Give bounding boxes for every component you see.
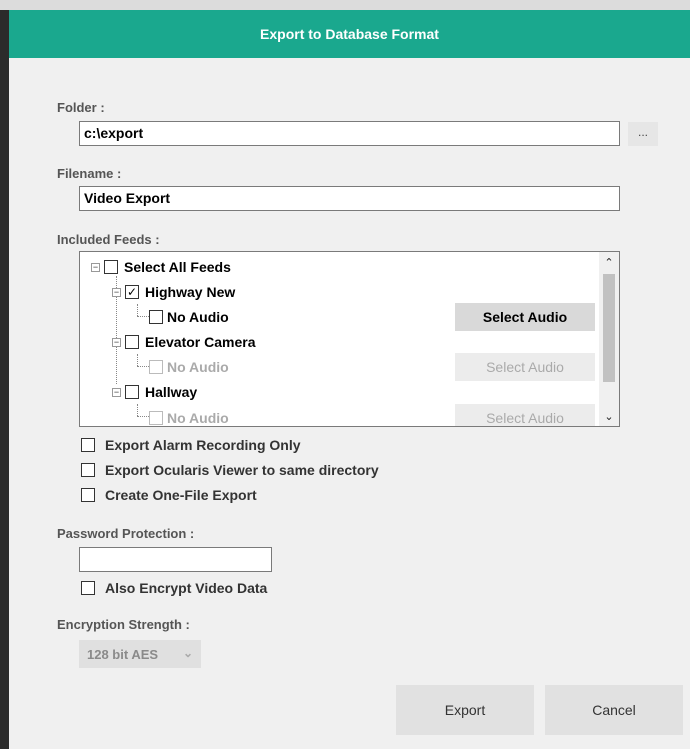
tree-item-audio[interactable]: No Audio [149,307,229,327]
tree-item-hallway[interactable]: − Hallway [112,382,197,402]
cancel-button[interactable]: Cancel [545,685,683,735]
scroll-down-icon[interactable]: ⌄ [599,408,619,426]
feed-checkbox[interactable] [125,335,139,349]
tree-line [137,316,149,317]
tree-line [137,366,149,367]
collapse-icon[interactable]: − [112,337,121,347]
one-file-label: Create One-File Export [105,487,257,503]
encrypt-video-option[interactable]: Also Encrypt Video Data [81,580,267,596]
viewer-checkbox[interactable] [81,463,95,477]
feed-label: Elevator Camera [145,334,256,350]
dialog-title: Export to Database Format [9,10,690,58]
select-audio-button: Select Audio [455,404,595,426]
tree-item-select-all[interactable]: − Select All Feeds [91,257,231,277]
audio-checkbox [149,360,163,374]
alarm-only-label: Export Alarm Recording Only [105,437,301,453]
encryption-strength-value: 128 bit AES [87,646,159,662]
browse-folder-button[interactable]: ... [628,122,658,146]
filename-label: Filename : [57,166,122,181]
alarm-only-checkbox[interactable] [81,438,95,452]
alarm-only-option[interactable]: Export Alarm Recording Only [81,437,301,453]
tree-line [137,416,149,417]
one-file-option[interactable]: Create One-File Export [81,487,257,503]
encrypt-video-checkbox[interactable] [81,581,95,595]
feed-checkbox[interactable] [125,385,139,399]
feeds-tree[interactable]: − Select All Feeds − ✓ Highway New No Au… [79,251,620,427]
tree-item-highway-new[interactable]: − ✓ Highway New [112,282,235,302]
tree-line [137,304,138,316]
feed-label: Highway New [145,284,236,300]
select-all-checkbox[interactable] [104,260,118,274]
tree-item-audio: No Audio [149,357,229,377]
encryption-strength-label: Encryption Strength : [57,617,190,632]
collapse-icon[interactable]: − [112,387,121,397]
audio-label: No Audio [167,359,229,375]
vertical-scrollbar[interactable]: ⌃ ⌄ [599,252,619,426]
scroll-thumb[interactable] [603,274,615,382]
select-all-label: Select All Feeds [124,259,231,275]
tree-line [137,404,138,416]
encryption-strength-select: 128 bit AES ⌄ [79,640,201,668]
audio-label: No Audio [167,410,229,426]
select-audio-button: Select Audio [455,353,595,381]
tree-item-elevator-camera[interactable]: − Elevator Camera [112,332,256,352]
background-strip [0,0,690,10]
feed-label: Hallway [145,384,198,400]
window-edge [0,10,9,749]
audio-label: No Audio [167,309,229,325]
folder-input[interactable]: c:\export [79,121,620,146]
folder-label: Folder : [57,100,105,115]
viewer-option[interactable]: Export Ocularis Viewer to same directory [81,462,379,478]
audio-checkbox [149,411,163,425]
one-file-checkbox[interactable] [81,488,95,502]
audio-checkbox[interactable] [149,310,163,324]
encrypt-video-label: Also Encrypt Video Data [105,580,268,596]
password-input[interactable] [79,547,272,572]
tree-line [137,354,138,366]
filename-input[interactable]: Video Export [79,186,620,211]
password-label: Password Protection : [57,526,195,541]
scroll-up-icon[interactable]: ⌃ [599,254,619,272]
chevron-down-icon: ⌄ [182,646,193,660]
tree-item-audio: No Audio [149,408,229,426]
select-audio-button[interactable]: Select Audio [455,303,595,331]
included-feeds-label: Included Feeds : [57,232,160,247]
viewer-label: Export Ocularis Viewer to same directory [105,462,379,478]
collapse-icon[interactable]: − [112,287,121,297]
feed-checkbox[interactable]: ✓ [125,285,139,299]
export-button[interactable]: Export [396,685,534,735]
collapse-icon[interactable]: − [91,262,100,272]
